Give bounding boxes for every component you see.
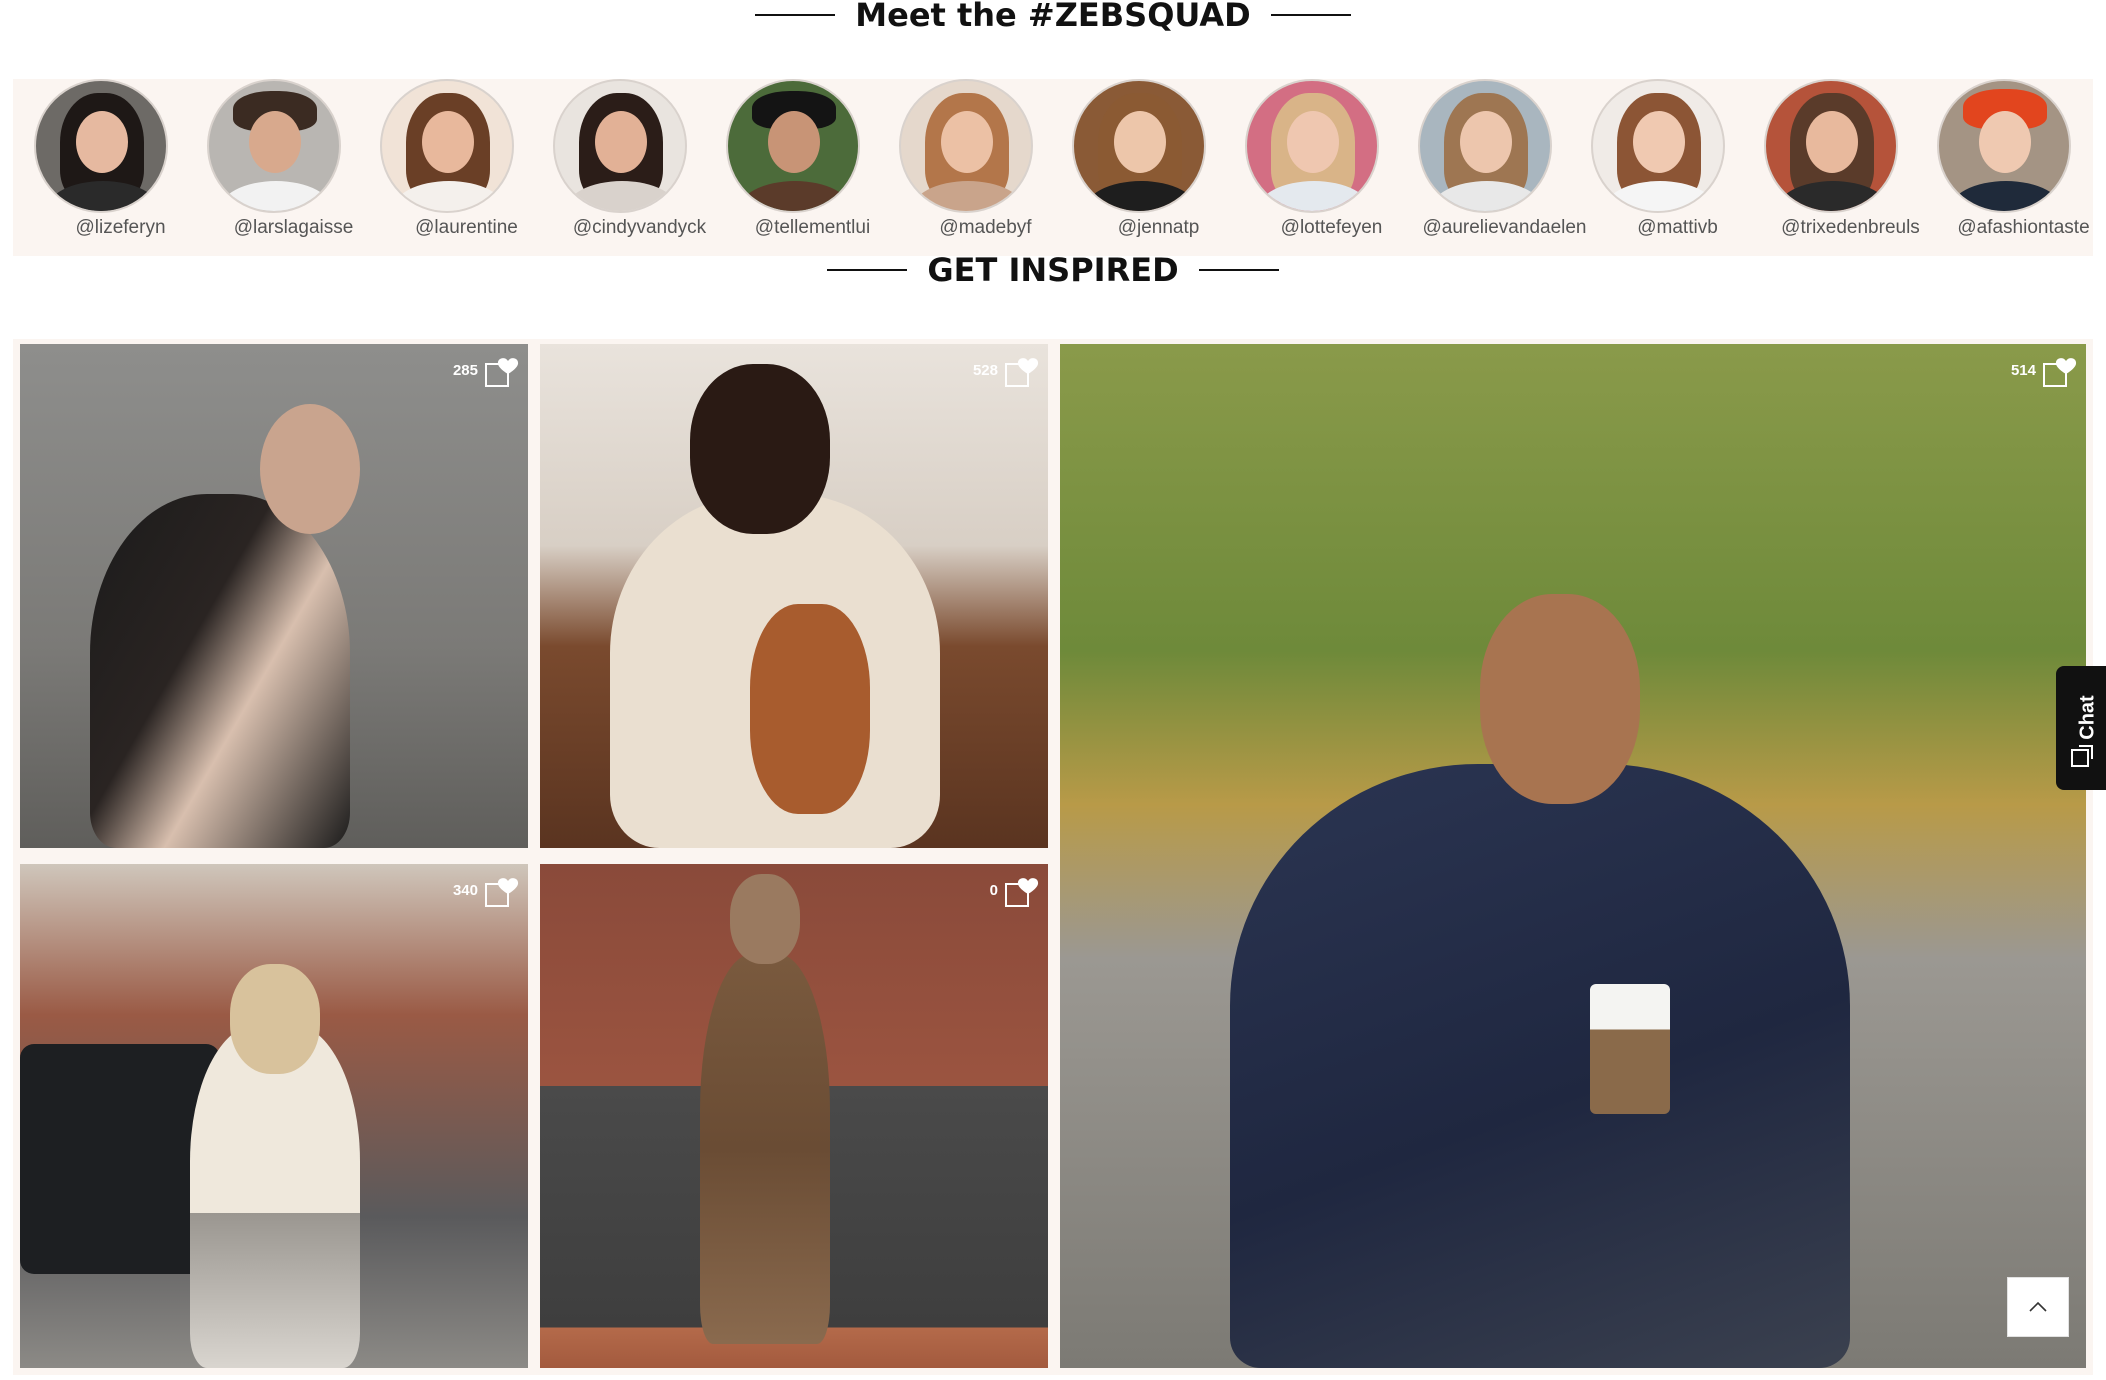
scroll-top-button[interactable] xyxy=(2007,1277,2069,1337)
post-head xyxy=(230,964,320,1074)
post-tile[interactable]: 514 xyxy=(1060,344,2086,1368)
heart-icon[interactable] xyxy=(1004,354,1040,388)
squad-title: Meet the #ZEBSQUAD xyxy=(855,0,1251,34)
avatar[interactable] xyxy=(1591,79,1725,213)
avatar[interactable] xyxy=(1764,79,1898,213)
heading-rule-left xyxy=(755,14,836,16)
squad-member[interactable]: @larslagaisse xyxy=(207,79,380,256)
post-head xyxy=(260,404,360,534)
heading-rule-left xyxy=(827,269,908,271)
avatar[interactable] xyxy=(1937,79,2071,213)
post-figure xyxy=(190,1024,360,1368)
like-count: 285 xyxy=(452,362,478,379)
heart-icon[interactable] xyxy=(484,354,520,388)
squad-member[interactable]: @laurentine xyxy=(380,79,553,256)
heart-icon[interactable] xyxy=(484,874,520,908)
squad-member[interactable]: @lottefeyen xyxy=(1245,79,1418,256)
like-count: 340 xyxy=(452,882,478,899)
squad-handle[interactable]: @afashiontaste xyxy=(1917,217,2106,239)
post-figure xyxy=(90,494,350,848)
squad-member[interactable]: @lizeferyn xyxy=(34,79,207,256)
avatar[interactable] xyxy=(553,79,687,213)
chat-button[interactable]: Chat xyxy=(2056,666,2106,790)
post-head xyxy=(1480,594,1640,804)
like-count: 528 xyxy=(972,362,998,379)
squad-member[interactable]: @trixedenbreuls xyxy=(1764,79,1937,256)
post-figure xyxy=(1230,764,1850,1368)
avatar[interactable] xyxy=(1418,79,1552,213)
chat-bubble-icon xyxy=(2071,745,2093,767)
inspired-title: GET INSPIRED xyxy=(927,251,1179,289)
avatar[interactable] xyxy=(726,79,860,213)
like-count: 514 xyxy=(2010,362,2036,379)
post-tile[interactable]: 285 xyxy=(20,344,528,848)
post-head xyxy=(690,364,830,534)
squad-member[interactable]: @afashiontaste xyxy=(1937,79,2106,256)
inspired-heading: GET INSPIRED xyxy=(0,250,2106,290)
post-dog xyxy=(750,604,870,814)
squad-member[interactable]: @tellementlui xyxy=(726,79,899,256)
squad-member[interactable]: @jennatp xyxy=(1072,79,1245,256)
heart-icon[interactable] xyxy=(2042,354,2078,388)
avatar[interactable] xyxy=(1245,79,1379,213)
squad-member[interactable]: @aurelievandaelen xyxy=(1418,79,1591,256)
chat-label: Chat xyxy=(2076,695,2099,740)
squad-heading: Meet the #ZEBSQUAD xyxy=(0,0,2106,34)
post-head xyxy=(730,874,800,964)
post-tile[interactable]: 0 xyxy=(540,864,1048,1368)
squad-member[interactable]: @mattivb xyxy=(1591,79,1764,256)
heading-rule-right xyxy=(1270,14,1351,16)
post-cup xyxy=(1590,984,1670,1114)
post-figure xyxy=(700,954,830,1344)
avatar[interactable] xyxy=(899,79,1033,213)
squad-member[interactable]: @madebyf xyxy=(899,79,1072,256)
squad-member[interactable]: @cindyvandyck xyxy=(553,79,726,256)
avatar[interactable] xyxy=(34,79,168,213)
like-count: 0 xyxy=(989,882,998,899)
heading-rule-right xyxy=(1198,269,1279,271)
heart-icon[interactable] xyxy=(1004,874,1040,908)
squad-strip: @lizeferyn @larslagaisse @laurentine @ci… xyxy=(13,79,2093,256)
post-tile[interactable]: 528 xyxy=(540,344,1048,848)
chevron-up-icon xyxy=(2029,1301,2047,1312)
avatar[interactable] xyxy=(207,79,341,213)
avatar[interactable] xyxy=(380,79,514,213)
post-tile[interactable]: 340 xyxy=(20,864,528,1368)
avatar[interactable] xyxy=(1072,79,1206,213)
